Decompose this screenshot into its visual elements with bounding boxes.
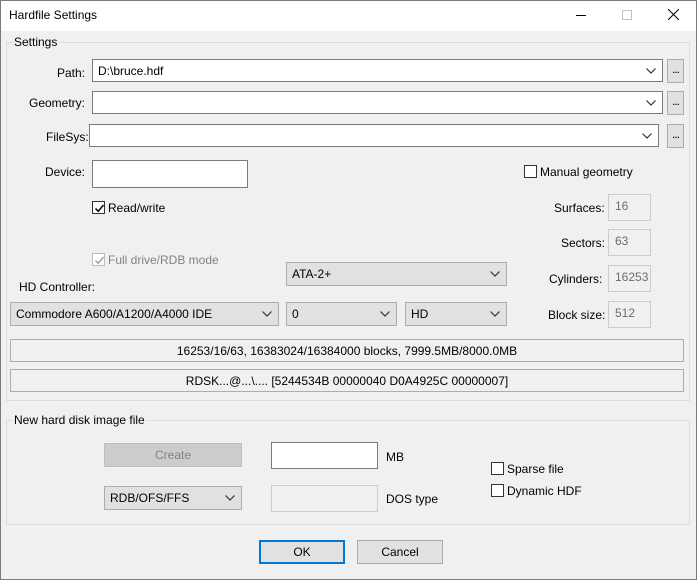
sparse-file-checkbox[interactable] <box>491 462 504 475</box>
full-drive-checkbox[interactable] <box>92 253 105 266</box>
chevron-down-icon <box>646 67 656 74</box>
cylinders-label: Cylinders: <box>549 272 603 286</box>
surfaces-value: 16 <box>615 199 629 213</box>
ata-mode-value: ATA-2+ <box>292 267 332 281</box>
drive-type-select[interactable]: HD <box>405 302 507 326</box>
unit-select[interactable]: 0 <box>286 302 397 326</box>
chevron-down-icon <box>380 311 390 317</box>
geometry-combo[interactable] <box>92 91 663 114</box>
sectors-value: 63 <box>615 234 629 248</box>
manual-geometry-label: Manual geometry <box>540 165 633 179</box>
filesys-label: FileSys: <box>46 130 89 144</box>
path-label: Path: <box>57 66 86 80</box>
geometry-info-bar: 16253/16/63, 16383024/16384000 blocks, 7… <box>10 339 684 362</box>
size-unit-label: MB <box>386 450 404 464</box>
filesys-combo[interactable] <box>89 124 659 147</box>
hd-controller-value: Commodore A600/A1200/A4000 IDE <box>16 307 213 321</box>
checkmark-icon <box>94 256 105 265</box>
minimize-button[interactable] <box>558 1 604 30</box>
chevron-down-icon <box>225 495 235 501</box>
block-size-label: Block size: <box>548 308 606 322</box>
cylinders-input[interactable]: 16253 <box>608 265 651 292</box>
path-combo[interactable]: D:\bruce.hdf <box>92 59 663 82</box>
drive-type-value: HD <box>411 307 429 321</box>
ok-button[interactable]: OK <box>259 540 345 564</box>
dos-type-label: DOS type <box>386 492 439 506</box>
cancel-button[interactable]: Cancel <box>357 540 443 564</box>
dos-type-input[interactable] <box>271 485 378 512</box>
device-input[interactable] <box>92 160 248 188</box>
minimize-icon <box>576 9 586 23</box>
filesystem-type-value: RDB/OFS/FFS <box>110 491 190 505</box>
hd-controller-select[interactable]: Commodore A600/A1200/A4000 IDE <box>10 302 279 326</box>
geometry-browse-button[interactable]: ... <box>667 91 684 115</box>
checkmark-icon <box>94 204 105 213</box>
unit-value: 0 <box>292 307 299 321</box>
device-label: Device: <box>45 165 86 179</box>
filesystem-type-select[interactable]: RDB/OFS/FFS <box>104 486 242 510</box>
surfaces-input[interactable]: 16 <box>608 194 651 221</box>
cylinders-value: 16253 <box>615 270 649 284</box>
settings-legend: Settings <box>12 35 60 49</box>
chevron-down-icon <box>490 271 500 277</box>
dynamic-hdf-checkbox[interactable] <box>491 484 504 497</box>
path-browse-button[interactable]: ... <box>667 59 684 83</box>
geometry-label: Geometry: <box>29 96 86 110</box>
filesys-browse-button[interactable]: ... <box>667 124 684 148</box>
full-drive-label: Full drive/RDB mode <box>108 253 219 267</box>
close-icon <box>667 8 679 23</box>
chevron-down-icon <box>642 132 652 139</box>
chevron-down-icon <box>490 311 500 317</box>
window-title: Hardfile Settings <box>9 8 98 22</box>
read-write-checkbox[interactable] <box>92 201 105 214</box>
new-image-legend: New hard disk image file <box>12 413 147 427</box>
chevron-down-icon <box>262 311 272 317</box>
sectors-label: Sectors: <box>561 236 606 250</box>
create-button[interactable]: Create <box>104 443 242 467</box>
chevron-down-icon <box>646 99 656 106</box>
read-write-label: Read/write <box>108 201 166 215</box>
close-button[interactable] <box>650 1 696 30</box>
path-value: D:\bruce.hdf <box>98 63 164 78</box>
rdsk-info-bar: RDSK...@...\.... [5244534B 00000040 D0A4… <box>10 369 684 392</box>
maximize-icon <box>622 9 632 23</box>
sparse-file-label: Sparse file <box>507 462 564 476</box>
ata-mode-select[interactable]: ATA-2+ <box>286 262 507 286</box>
image-size-input[interactable] <box>271 442 378 469</box>
block-size-value: 512 <box>615 306 636 320</box>
dynamic-hdf-label: Dynamic HDF <box>507 484 582 498</box>
block-size-input[interactable]: 512 <box>608 301 651 328</box>
surfaces-label: Surfaces: <box>554 201 605 215</box>
sectors-input[interactable]: 63 <box>608 229 651 256</box>
maximize-button[interactable] <box>604 1 650 30</box>
manual-geometry-checkbox[interactable] <box>524 165 537 178</box>
hd-controller-label: HD Controller: <box>19 280 96 294</box>
